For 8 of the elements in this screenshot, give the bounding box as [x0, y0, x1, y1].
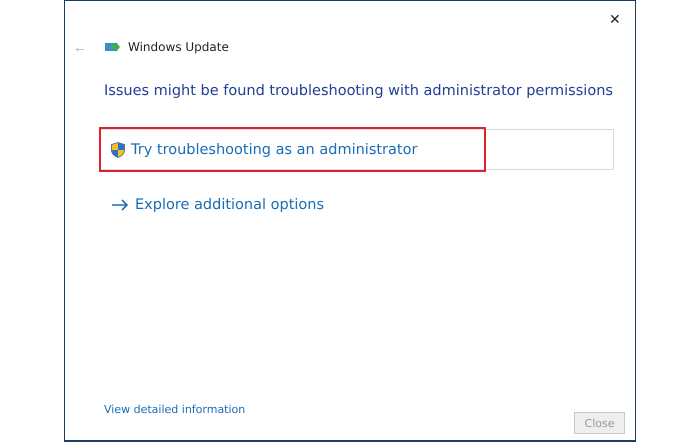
- window-title: Windows Update: [128, 40, 229, 54]
- details-link[interactable]: View detailed information: [104, 403, 246, 416]
- admin-option[interactable]: Try troubleshooting as an administrator: [100, 129, 614, 170]
- explore-link[interactable]: Explore additional options: [100, 184, 614, 225]
- update-icon: [105, 41, 120, 53]
- page-heading: Issues might be found troubleshooting with administrator permissions: [104, 83, 614, 99]
- arrow-icon: [111, 198, 129, 210]
- shield-icon: [111, 142, 125, 158]
